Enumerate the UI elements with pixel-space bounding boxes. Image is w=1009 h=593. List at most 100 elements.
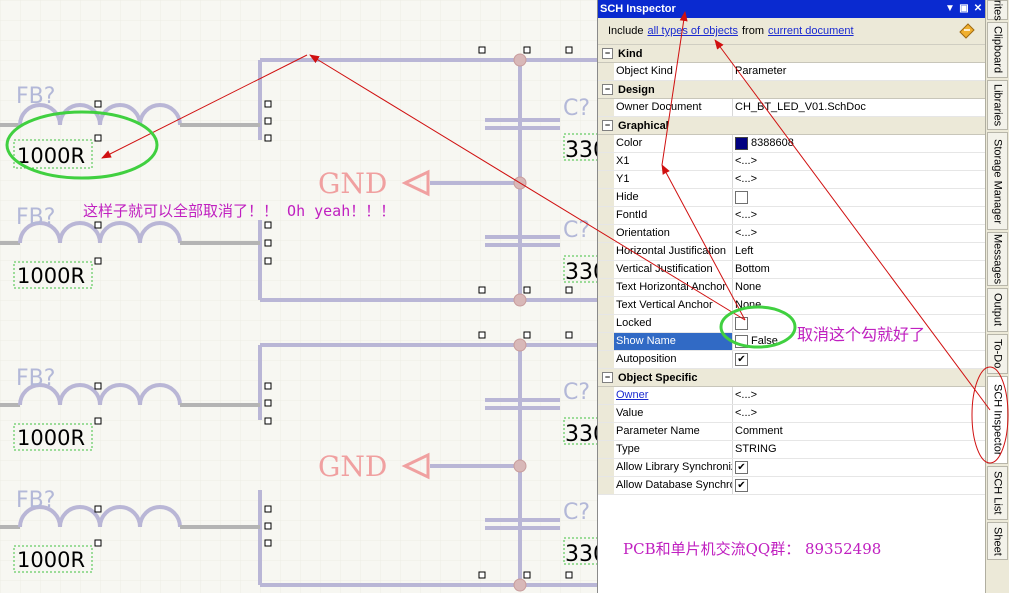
property-row-text-vertical-anchor[interactable]: Text Vertical Anchor None <box>598 297 986 315</box>
cap-designator-2[interactable]: C? <box>563 218 590 243</box>
row-gutter <box>598 189 614 206</box>
sch-inspector-panel[interactable]: SCH Inspector ▼ ▣ ✕ Include all types of… <box>597 0 986 593</box>
property-row-y1[interactable]: Y1 <...> <box>598 171 986 189</box>
property-row-owner-document[interactable]: Owner Document CH_BT_LED_V01.SchDoc <box>598 99 986 117</box>
schematic-canvas[interactable]: FB? 1000R FB? 1000R FB? 1000R FB? 1000R … <box>0 0 600 593</box>
property-row-orientation[interactable]: Orientation <...> <box>598 225 986 243</box>
property-value[interactable]: <...> <box>733 153 986 170</box>
color-swatch[interactable] <box>735 137 748 150</box>
bead-value-3[interactable]: 1000R <box>17 426 85 450</box>
cap-value-4[interactable]: 330 <box>565 542 600 567</box>
property-value[interactable]: <...> <box>733 171 986 188</box>
property-name[interactable]: Owner <box>614 387 733 404</box>
side-tab-sheet[interactable]: Sheet <box>987 522 1008 560</box>
property-checkbox[interactable]: ✔ <box>735 353 748 366</box>
cap-designator-4[interactable]: C? <box>563 500 590 525</box>
section-object-specific[interactable]: − Object Specific <box>598 369 986 387</box>
property-row-type[interactable]: Type STRING <box>598 441 986 459</box>
bead-value-1[interactable]: 1000R <box>17 144 85 168</box>
bead-value-4[interactable]: 1000R <box>17 548 85 572</box>
row-gutter <box>598 261 614 278</box>
side-tab-output[interactable]: Output <box>987 288 1008 332</box>
filter-icon[interactable] <box>958 22 976 40</box>
property-row-owner[interactable]: Owner <...> <box>598 387 986 405</box>
property-value[interactable]: Left <box>733 243 986 260</box>
inspector-titlebar[interactable]: SCH Inspector ▼ ▣ ✕ <box>598 0 986 18</box>
property-value[interactable] <box>733 189 986 206</box>
property-value[interactable]: STRING <box>733 441 986 458</box>
property-row-hide[interactable]: Hide <box>598 189 986 207</box>
cap-designator-1[interactable]: C? <box>563 96 590 121</box>
property-value[interactable]: Bottom <box>733 261 986 278</box>
collapse-icon[interactable]: − <box>602 48 613 59</box>
cap-value-3[interactable]: 330 <box>565 422 600 447</box>
property-row-object-kind[interactable]: Object Kind Parameter <box>598 63 986 81</box>
property-checkbox[interactable] <box>735 335 748 348</box>
section-design[interactable]: − Design <box>598 81 986 99</box>
property-value[interactable]: Parameter <box>733 63 986 80</box>
filter-source-link[interactable]: current document <box>768 25 854 37</box>
property-name: Owner Document <box>614 99 733 116</box>
side-tab-sch-list[interactable]: SCH List <box>987 466 1008 520</box>
property-checkbox[interactable] <box>735 317 748 330</box>
property-value[interactable]: None <box>733 279 986 296</box>
property-value[interactable]: <...> <box>733 387 986 404</box>
property-value[interactable]: ✔ <box>733 477 986 494</box>
property-name: Autoposition <box>614 351 733 368</box>
bead-designator-3[interactable]: FB? <box>16 366 55 391</box>
bead-designator-2[interactable]: FB? <box>16 205 55 230</box>
property-value[interactable]: None <box>733 297 986 314</box>
property-checkbox[interactable]: ✔ <box>735 479 748 492</box>
property-row-text-horizontal-anchor[interactable]: Text Horizontal Anchor None <box>598 279 986 297</box>
property-row-vertical-justification[interactable]: Vertical Justification Bottom <box>598 261 986 279</box>
property-value[interactable]: <...> <box>733 225 986 242</box>
property-checkbox[interactable]: ✔ <box>735 461 748 474</box>
property-checkbox[interactable] <box>735 191 748 204</box>
pin-icon[interactable]: ▣ <box>958 3 970 15</box>
cap-value-2[interactable]: 330 <box>565 260 600 285</box>
dropdown-arrow-icon[interactable]: ▼ <box>944 3 956 15</box>
property-value[interactable]: 8388608 <box>733 135 986 152</box>
property-value[interactable]: Comment <box>733 423 986 440</box>
property-value[interactable]: CH_BT_LED_V01.SchDoc <box>733 99 986 116</box>
property-row-allow-database-synchro[interactable]: Allow Database Synchro ✔ <box>598 477 986 495</box>
side-tab-rites[interactable]: rites <box>987 0 1008 20</box>
property-value[interactable]: False <box>733 333 986 350</box>
side-tab-storage-manager[interactable]: Storage Manager <box>987 132 1008 230</box>
cap-designator-3[interactable]: C? <box>563 380 590 405</box>
property-value[interactable]: <...> <box>733 405 986 422</box>
collapse-icon[interactable]: − <box>602 84 613 95</box>
property-value[interactable]: ✔ <box>733 351 986 368</box>
property-row-allow-library-synchroniz[interactable]: Allow Library Synchroniz ✔ <box>598 459 986 477</box>
property-row-value[interactable]: Value <...> <box>598 405 986 423</box>
property-name: Parameter Name <box>614 423 733 440</box>
gnd-label-2[interactable]: GND <box>318 450 387 483</box>
collapse-icon[interactable]: − <box>602 120 613 131</box>
property-row-color[interactable]: Color 8388608 <box>598 135 986 153</box>
property-row-x1[interactable]: X1 <...> <box>598 153 986 171</box>
collapse-icon[interactable]: − <box>602 372 613 383</box>
gnd-label-1[interactable]: GND <box>318 167 387 200</box>
property-row-show-name[interactable]: Show Name False <box>598 333 986 351</box>
side-tab-messages[interactable]: Messages <box>987 232 1008 286</box>
side-tab-clipboard[interactable]: Clipboard <box>987 22 1008 78</box>
cap-value-1[interactable]: 330 <box>565 138 600 163</box>
property-value[interactable] <box>733 315 986 332</box>
section-kind[interactable]: − Kind <box>598 45 986 63</box>
bead-designator-4[interactable]: FB? <box>16 488 55 513</box>
side-tab-libraries[interactable]: Libraries <box>987 80 1008 130</box>
close-icon[interactable]: ✕ <box>972 3 984 15</box>
filter-scope-link[interactable]: all types of objects <box>647 25 738 37</box>
property-value[interactable]: <...> <box>733 207 986 224</box>
bead-designator-1[interactable]: FB? <box>16 84 55 109</box>
side-tab-sch-inspector[interactable]: SCH Inspector <box>987 376 1008 464</box>
property-row-horizontal-justification[interactable]: Horizontal Justification Left <box>598 243 986 261</box>
section-graphical[interactable]: − Graphical <box>598 117 986 135</box>
property-value[interactable]: ✔ <box>733 459 986 476</box>
property-row-fontid[interactable]: FontId <...> <box>598 207 986 225</box>
property-row-parameter-name[interactable]: Parameter Name Comment <box>598 423 986 441</box>
bead-value-2[interactable]: 1000R <box>17 264 85 288</box>
property-row-locked[interactable]: Locked <box>598 315 986 333</box>
property-row-autoposition[interactable]: Autoposition ✔ <box>598 351 986 369</box>
side-tab-to-do[interactable]: To-Do <box>987 334 1008 374</box>
